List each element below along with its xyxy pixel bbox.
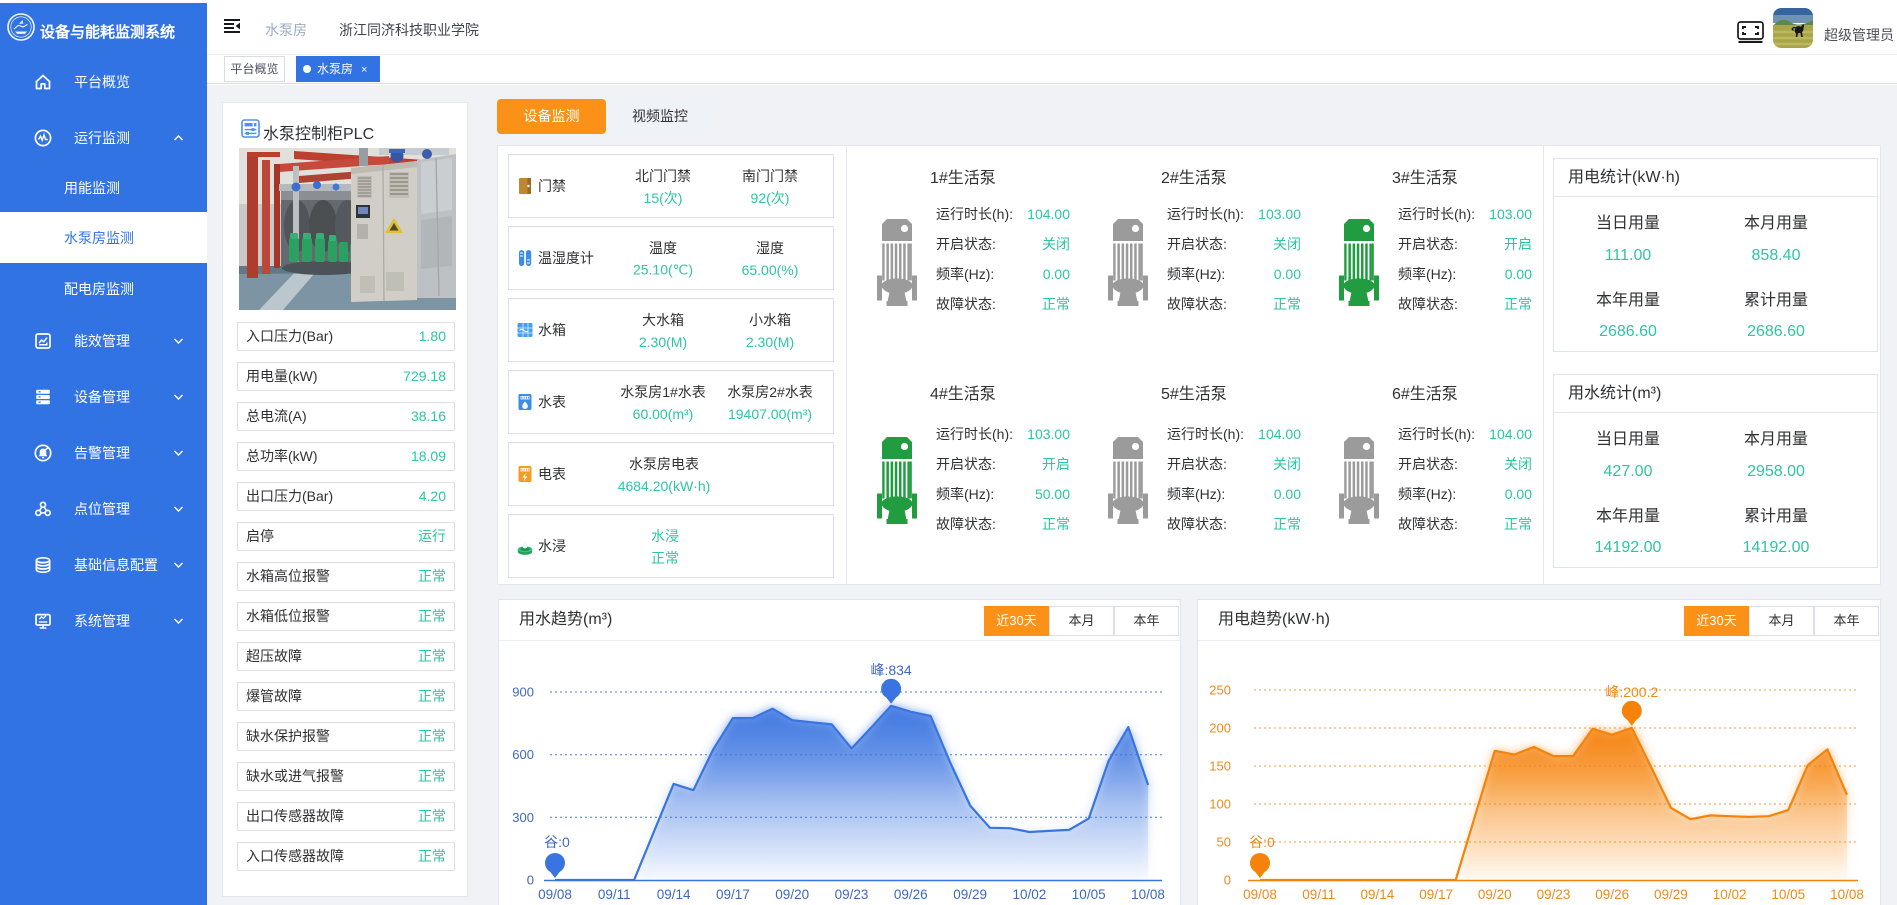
svg-text:10/08: 10/08 <box>1131 887 1165 902</box>
svg-text:峰:834: 峰:834 <box>870 662 911 678</box>
svg-text:09/11: 09/11 <box>598 887 631 902</box>
svg-text:谷:0: 谷:0 <box>544 834 570 850</box>
svg-text:09/17: 09/17 <box>716 887 750 902</box>
svg-text:09/14: 09/14 <box>657 887 691 902</box>
svg-text:09/23: 09/23 <box>1537 887 1571 902</box>
svg-text:谷:0: 谷:0 <box>1249 834 1275 850</box>
svg-text:09/08: 09/08 <box>538 887 572 902</box>
svg-text:09/23: 09/23 <box>835 887 869 902</box>
svg-text:09/17: 09/17 <box>1419 887 1453 902</box>
svg-text:09/20: 09/20 <box>775 887 809 902</box>
svg-text:250: 250 <box>1209 683 1231 698</box>
svg-text:09/29: 09/29 <box>953 887 987 902</box>
svg-text:100: 100 <box>1209 797 1231 812</box>
svg-text:10/08: 10/08 <box>1830 887 1864 902</box>
svg-text:10/02: 10/02 <box>1713 887 1747 902</box>
svg-text:10/05: 10/05 <box>1771 887 1805 902</box>
svg-text:09/29: 09/29 <box>1654 887 1688 902</box>
svg-text:09/26: 09/26 <box>1595 887 1629 902</box>
svg-text:0: 0 <box>1224 873 1231 888</box>
svg-text:09/11: 09/11 <box>1302 887 1335 902</box>
svg-text:09/14: 09/14 <box>1361 887 1395 902</box>
svg-text:09/20: 09/20 <box>1478 887 1512 902</box>
svg-text:50: 50 <box>1217 835 1231 850</box>
svg-text:10/02: 10/02 <box>1013 887 1047 902</box>
svg-text:200: 200 <box>1209 721 1231 736</box>
svg-text:300: 300 <box>512 810 534 825</box>
svg-text:900: 900 <box>512 685 534 700</box>
svg-text:600: 600 <box>512 747 534 762</box>
svg-text:10/05: 10/05 <box>1072 887 1106 902</box>
svg-text:09/08: 09/08 <box>1243 887 1277 902</box>
svg-text:150: 150 <box>1209 759 1231 774</box>
svg-text:0: 0 <box>527 873 534 888</box>
svg-text:峰:200.2: 峰:200.2 <box>1605 684 1658 700</box>
svg-text:09/26: 09/26 <box>894 887 928 902</box>
